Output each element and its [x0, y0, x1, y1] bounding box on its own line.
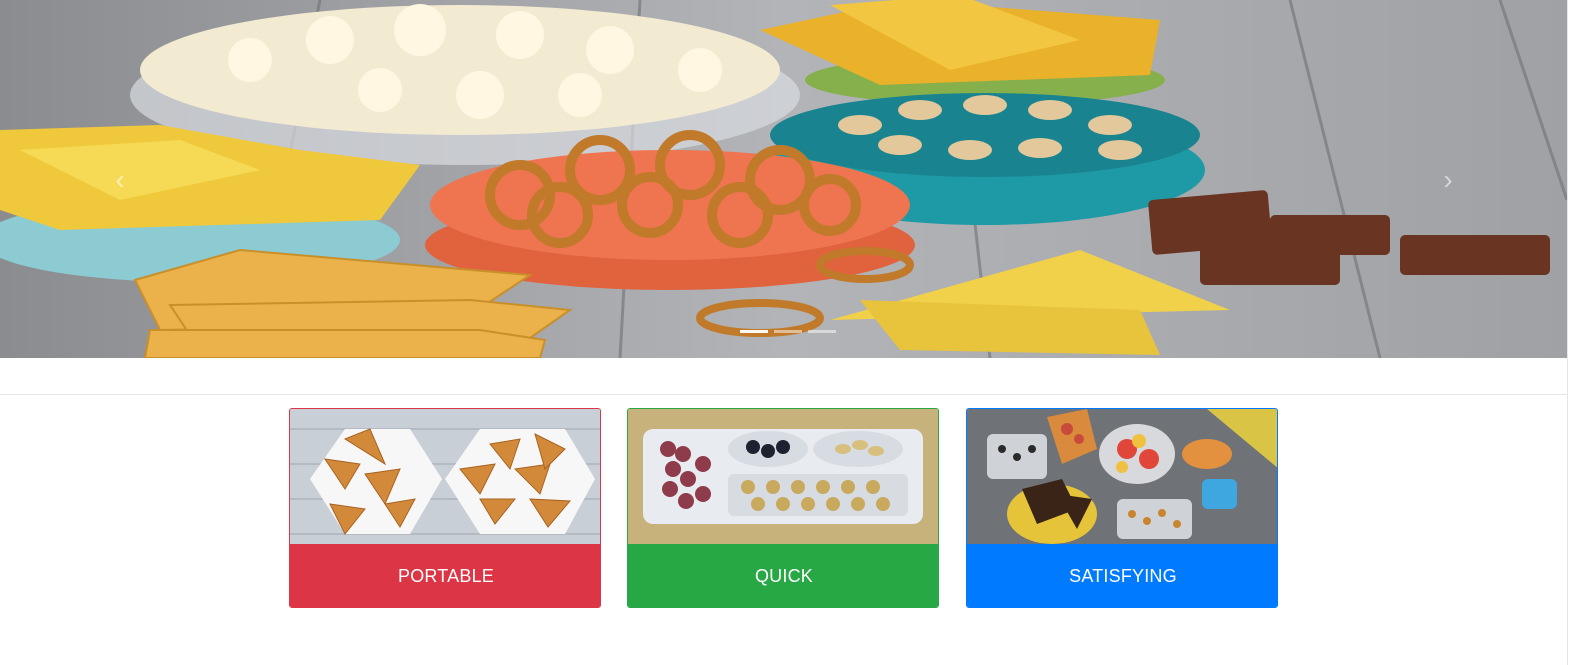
hero-carousel[interactable]: ‹ ›: [0, 0, 1567, 358]
chevron-right-icon: ›: [1443, 164, 1453, 195]
carousel-indicators: [740, 330, 836, 333]
card-satisfying[interactable]: SATISFYING: [966, 408, 1278, 608]
carousel-next-button[interactable]: ›: [1418, 150, 1478, 210]
chevron-left-icon: ‹: [115, 164, 125, 195]
card-portable-label: PORTABLE: [290, 544, 600, 607]
carousel-prev-button[interactable]: ‹: [90, 150, 150, 210]
card-quick-label: QUICK: [628, 544, 938, 607]
card-portable-image: [290, 409, 600, 544]
section-divider: [0, 394, 1567, 395]
page: ‹ › PORTABLE QUICK SATISFYING: [0, 0, 1584, 665]
card-portable[interactable]: PORTABLE: [289, 408, 601, 608]
carousel-indicator-2[interactable]: [774, 330, 802, 333]
carousel-indicator-3[interactable]: [808, 330, 836, 333]
card-quick[interactable]: QUICK: [627, 408, 939, 608]
carousel-indicator-1[interactable]: [740, 330, 768, 333]
hero-image: [0, 0, 1567, 358]
page-scrollbar[interactable]: [1567, 0, 1584, 665]
card-satisfying-image: [967, 409, 1277, 544]
card-quick-image: [628, 409, 938, 544]
card-satisfying-label: SATISFYING: [967, 544, 1277, 607]
